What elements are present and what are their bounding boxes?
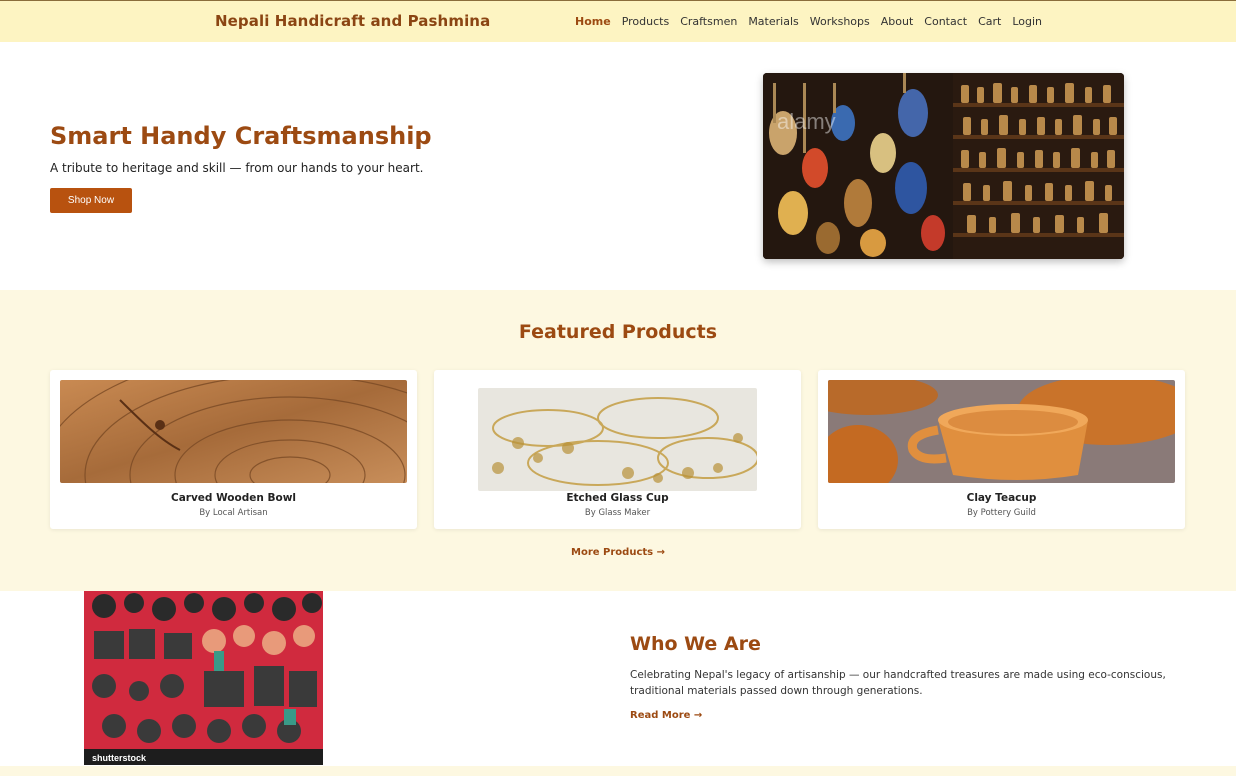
nav-login[interactable]: Login bbox=[1012, 15, 1042, 28]
nav-products[interactable]: Products bbox=[622, 15, 670, 28]
hero-subtitle: A tribute to heritage and skill — from o… bbox=[50, 161, 424, 175]
hero-title: Smart Handy Craftsmanship bbox=[50, 122, 432, 150]
product-name: Etched Glass Cup bbox=[566, 492, 669, 504]
site-header: Nepali Handicraft and Pashmina Home Prod… bbox=[0, 0, 1236, 42]
product-name: Carved Wooden Bowl bbox=[170, 492, 297, 504]
main-nav: Home Products Craftsmen Materials Worksh… bbox=[575, 15, 1042, 28]
product-maker: By Local Artisan bbox=[199, 508, 268, 518]
nav-materials[interactable]: Materials bbox=[748, 15, 798, 28]
read-more-link[interactable]: Read More → bbox=[630, 710, 702, 721]
product-image-glass bbox=[478, 388, 757, 491]
featured-products-section: Featured Products Carved Wooden Bowl By … bbox=[0, 290, 1236, 591]
product-name: Clay Teacup bbox=[966, 492, 1037, 504]
nav-home[interactable]: Home bbox=[575, 15, 611, 28]
nav-cart[interactable]: Cart bbox=[978, 15, 1001, 28]
about-image-watermark: shutterstock bbox=[92, 753, 147, 763]
nav-craftsmen[interactable]: Craftsmen bbox=[680, 15, 737, 28]
product-maker: By Pottery Guild bbox=[967, 508, 1036, 518]
shop-now-button[interactable]: Shop Now bbox=[50, 188, 132, 213]
product-card-wooden-bowl[interactable]: Carved Wooden Bowl By Local Artisan bbox=[50, 370, 417, 529]
footer-strip bbox=[0, 766, 1236, 776]
about-description: Celebrating Nepal's legacy of artisanshi… bbox=[630, 669, 1166, 697]
about-image-craft-wall: shutterstock bbox=[84, 591, 323, 765]
nav-about[interactable]: About bbox=[881, 15, 914, 28]
about-title: Who We Are bbox=[630, 633, 761, 655]
brand-logo[interactable]: Nepali Handicraft and Pashmina bbox=[215, 12, 490, 30]
product-maker: By Glass Maker bbox=[584, 508, 651, 518]
hero-image-handicraft-shop: alamy bbox=[763, 73, 1124, 259]
product-card-clay-teacup[interactable]: Clay Teacup By Pottery Guild bbox=[818, 370, 1185, 529]
product-image-wood bbox=[60, 380, 407, 483]
featured-title: Featured Products bbox=[518, 321, 718, 343]
product-card-glass-cup[interactable]: Etched Glass Cup By Glass Maker bbox=[434, 370, 801, 529]
hero-image-watermark: alamy bbox=[777, 109, 836, 134]
nav-contact[interactable]: Contact bbox=[924, 15, 967, 28]
more-products-link[interactable]: More Products → bbox=[0, 547, 1236, 558]
product-image-clay bbox=[828, 380, 1175, 483]
nav-workshops[interactable]: Workshops bbox=[810, 15, 870, 28]
